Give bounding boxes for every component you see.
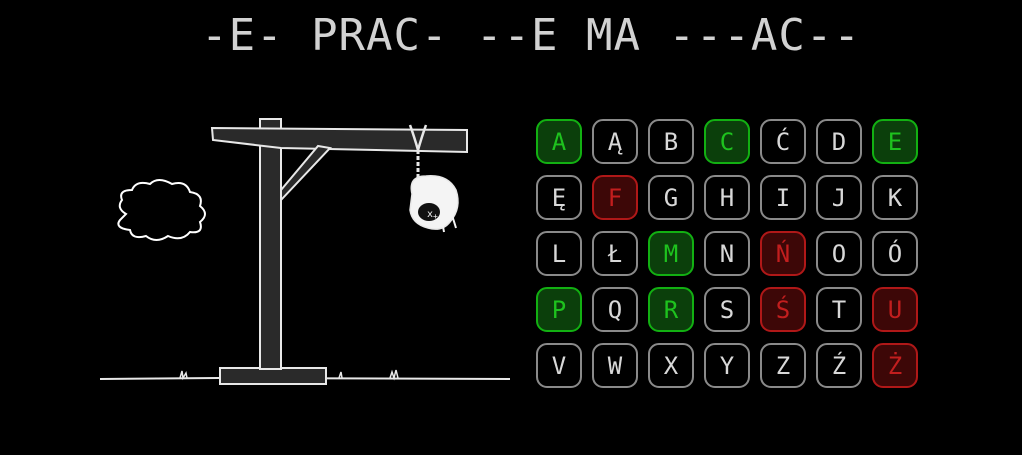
letter-key[interactable]: G — [648, 175, 694, 220]
gallows-brace — [280, 144, 333, 203]
letter-key[interactable]: Ó — [872, 231, 918, 276]
hanged-head-icon: x + — [409, 175, 459, 233]
letter-key[interactable]: R — [648, 287, 694, 332]
gallows-post — [259, 118, 282, 370]
letter-key[interactable]: P — [536, 287, 582, 332]
gallows-icon: x + — [99, 118, 511, 385]
letter-key[interactable]: Ł — [592, 231, 638, 276]
letter-key[interactable]: D — [816, 119, 862, 164]
letter-key[interactable]: E — [872, 119, 918, 164]
letter-key[interactable]: Ą — [592, 119, 638, 164]
puzzle-phrase: -E- PRAC- --E MA ---AC-- — [201, 10, 861, 61]
letter-key[interactable]: M — [648, 231, 694, 276]
letter-key[interactable]: U — [872, 287, 918, 332]
letter-key[interactable]: Ź — [816, 343, 862, 388]
letter-key[interactable]: I — [760, 175, 806, 220]
letter-key[interactable]: C — [704, 119, 750, 164]
letter-key[interactable]: O — [816, 231, 862, 276]
letter-key[interactable]: X — [648, 343, 694, 388]
gallows-beam — [210, 126, 468, 154]
letter-key[interactable]: J — [816, 175, 862, 220]
letter-key[interactable]: Ż — [872, 343, 918, 388]
letter-key[interactable]: Q — [592, 287, 638, 332]
letter-key[interactable]: Z — [760, 343, 806, 388]
letter-key[interactable]: S — [704, 287, 750, 332]
letter-key[interactable]: N — [704, 231, 750, 276]
letter-key[interactable]: F — [592, 175, 638, 220]
letter-key[interactable]: T — [816, 287, 862, 332]
svg-text:+: + — [433, 212, 438, 221]
letter-key[interactable]: L — [536, 231, 582, 276]
letter-key[interactable]: Y — [704, 343, 750, 388]
letter-key[interactable]: A — [536, 119, 582, 164]
letter-key[interactable]: V — [536, 343, 582, 388]
letter-keyboard: AĄBCĆDE ĘFGHIJK LŁMNŃOÓ PQRSŚTU VWXYZŹŻ — [536, 119, 918, 388]
letter-key[interactable]: W — [592, 343, 638, 388]
cloud-icon — [117, 179, 206, 241]
letter-key[interactable]: Ć — [760, 119, 806, 164]
letter-key[interactable]: Ś — [760, 287, 806, 332]
gallows-base — [219, 367, 327, 385]
letter-key[interactable]: K — [872, 175, 918, 220]
letter-key[interactable]: Ń — [760, 231, 806, 276]
letter-key[interactable]: B — [648, 119, 694, 164]
letter-key[interactable]: H — [704, 175, 750, 220]
letter-key[interactable]: Ę — [536, 175, 582, 220]
